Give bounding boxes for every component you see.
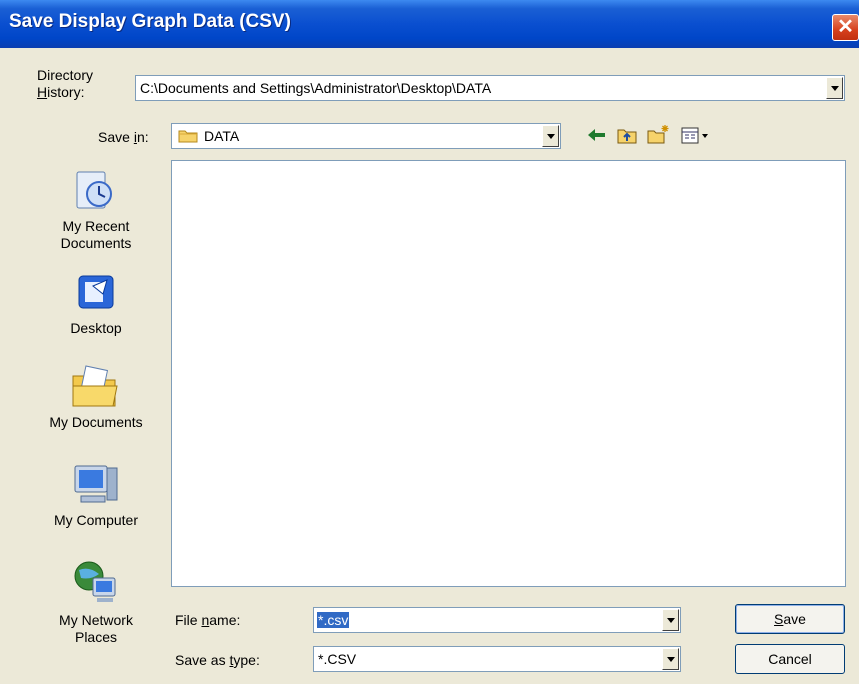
directory-label-line2: History: xyxy=(37,84,85,100)
folder-icon xyxy=(178,128,198,143)
save-as-type-combo[interactable]: *.CSV xyxy=(313,646,681,672)
title-bar: Save Display Graph Data (CSV) ✕ xyxy=(0,0,859,48)
save-in-value: DATA xyxy=(204,128,240,144)
close-button[interactable]: ✕ xyxy=(832,14,859,41)
save-as-type-label: Save as type: xyxy=(175,652,260,668)
place-recent-documents[interactable]: My Recent Documents xyxy=(37,160,155,265)
place-label: My Computer xyxy=(53,512,139,528)
save-in-combo[interactable]: DATA xyxy=(171,123,561,149)
directory-label-line1: Directory xyxy=(37,67,94,83)
save-as-type-value: *.CSV xyxy=(318,651,357,667)
place-my-network-places[interactable]: My Network Places xyxy=(37,556,155,656)
place-desktop[interactable]: Desktop xyxy=(37,268,155,343)
file-name-input[interactable]: *.csv xyxy=(317,610,350,630)
cancel-button[interactable]: Cancel xyxy=(735,644,845,674)
desktop-icon xyxy=(67,268,123,324)
views-menu-icon[interactable] xyxy=(680,125,720,147)
file-name-label: File name: xyxy=(175,612,241,628)
place-label: My Documents xyxy=(49,414,143,430)
save-in-dropdown-button[interactable] xyxy=(542,125,559,147)
back-icon[interactable] xyxy=(585,125,609,147)
save-as-type-dropdown-button[interactable] xyxy=(662,648,679,670)
my-computer-icon xyxy=(67,458,123,514)
recent-documents-icon xyxy=(67,166,123,222)
directory-history-combo[interactable]: C:\Documents and Settings\Administrator\… xyxy=(135,75,845,101)
place-my-documents[interactable]: My Documents xyxy=(37,358,155,438)
directory-history-value: C:\Documents and Settings\Administrator\… xyxy=(140,80,492,96)
file-list[interactable] xyxy=(171,160,846,587)
up-folder-icon[interactable] xyxy=(615,125,639,147)
directory-history-dropdown-button[interactable] xyxy=(826,77,843,99)
place-label: My Network Places xyxy=(59,612,133,645)
new-folder-icon[interactable] xyxy=(645,123,671,145)
my-documents-icon xyxy=(67,358,123,414)
network-places-icon xyxy=(67,556,123,612)
window-title: Save Display Graph Data (CSV) xyxy=(9,11,291,32)
save-button[interactable]: Save xyxy=(735,604,845,634)
save-in-label: Save in: xyxy=(98,129,149,145)
place-label: My Recent Documents xyxy=(60,218,132,251)
file-name-combo[interactable]: *.csv xyxy=(313,607,681,633)
place-label: Desktop xyxy=(70,320,122,336)
place-my-computer[interactable]: My Computer xyxy=(37,458,155,538)
places-bar: My Recent Documents Desktop My Documents … xyxy=(37,160,155,660)
save-dialog: Save Display Graph Data (CSV) ✕ Director… xyxy=(0,0,859,684)
close-icon: ✕ xyxy=(837,16,854,38)
directory-history-label: Directory History: xyxy=(37,67,93,101)
file-name-dropdown-button[interactable] xyxy=(662,609,679,631)
